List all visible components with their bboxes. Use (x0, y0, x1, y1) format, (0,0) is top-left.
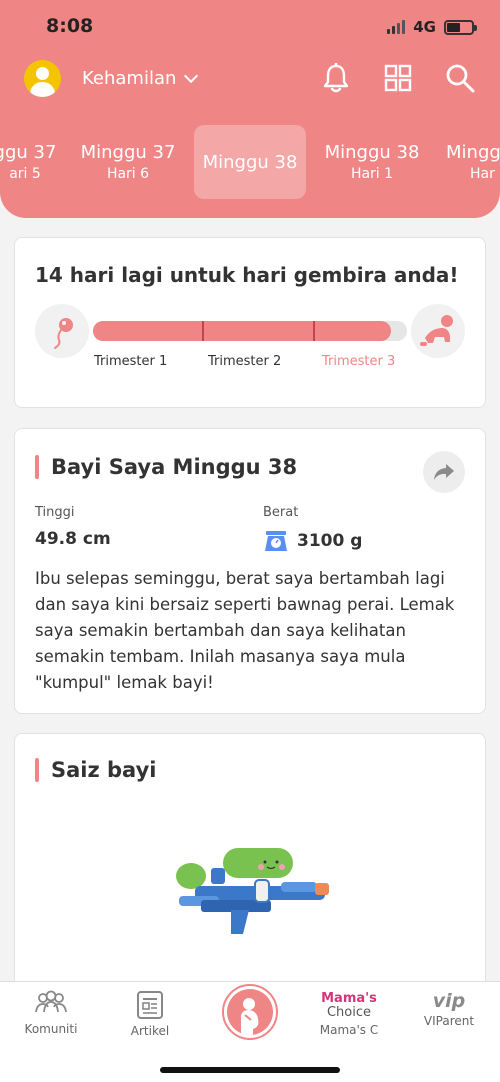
sperm-icon (35, 304, 89, 358)
trimester-divider (202, 321, 204, 341)
trimester-1-label: Trimester 1 (94, 354, 168, 369)
height-label: Tinggi (35, 505, 75, 520)
chevron-down-icon (184, 68, 199, 83)
status-icons: 4G (387, 18, 477, 36)
week-tab-37-5[interactable]: ggu 37 ari 5 (0, 125, 70, 199)
share-icon (434, 464, 454, 480)
my-baby-title: Bayi Saya Minggu 38 (51, 455, 298, 479)
status-time: 8:08 (46, 15, 94, 37)
bottom-nav: Komuniti Artikel Mama's Choice Mama's C … (0, 981, 500, 1082)
weight-label: Berat (263, 505, 299, 520)
height-value: 49.8 cm (35, 529, 111, 549)
pregnancy-title: Kehamilan (82, 68, 177, 89)
nav-viparent-label: VIParent (423, 1014, 475, 1028)
my-baby-heading: Bayi Saya Minggu 38 (35, 455, 297, 479)
article-icon (137, 991, 163, 1019)
water-gun-illustration (176, 848, 329, 934)
pregnancy-progress-bar (93, 321, 407, 341)
signal-icon (387, 20, 406, 34)
community-icon (35, 990, 67, 1013)
grid-icon[interactable] (382, 62, 414, 94)
baby-size-card: Saiz bayi (14, 733, 486, 993)
progress-fill (93, 321, 392, 341)
heading-accent (35, 455, 39, 479)
trimester-3-label: Trimester 3 (322, 354, 396, 369)
battery-icon (444, 19, 477, 35)
nav-pregnancy-home[interactable] (222, 984, 278, 1040)
mamas-choice-logo-line1: Mama's (321, 991, 377, 1006)
baby-size-title: Saiz bayi (51, 758, 157, 782)
pregnant-mother-icon (227, 989, 273, 1035)
countdown-title: 14 hari lagi untuk hari gembira anda! (35, 263, 459, 287)
avatar[interactable] (24, 60, 61, 97)
nav-mamas-label: Mama's C (319, 1023, 379, 1037)
nav-community[interactable]: Komuniti (6, 990, 96, 1036)
week-tab-38-current[interactable]: Minggu 38 (194, 125, 306, 199)
week-tab-37-6[interactable]: Minggu 37 Hari 6 (78, 125, 178, 199)
my-baby-card: Bayi Saya Minggu 38 Tinggi 49.8 cm Berat… (14, 428, 486, 714)
baby-description: Ibu selepas seminggu, berat saya bertamb… (35, 569, 455, 692)
home-indicator (160, 1067, 340, 1073)
countdown-card: 14 hari lagi untuk hari gembira anda! Tr… (14, 237, 486, 408)
trimester-divider (313, 321, 315, 341)
weight-value: 3100 g (263, 529, 362, 553)
header: 8:08 4G Kehamilan ggu 37 ari 5 Minggu 37… (0, 0, 500, 218)
week-tab-next[interactable]: Mingg Har (446, 125, 500, 199)
week-tab-38-1[interactable]: Minggu 38 Hari 1 (322, 125, 422, 199)
trimester-2-label: Trimester 2 (208, 354, 282, 369)
pregnancy-selector[interactable]: Kehamilan (82, 68, 199, 89)
baby-size-heading: Saiz bayi (35, 758, 156, 782)
scale-icon (265, 531, 287, 551)
share-button[interactable] (423, 451, 465, 493)
search-icon[interactable] (444, 62, 476, 94)
heading-accent (35, 758, 39, 782)
network-label: 4G (413, 18, 436, 36)
bell-icon[interactable] (320, 62, 352, 94)
nav-articles[interactable]: Artikel (105, 990, 195, 1038)
nav-community-label: Komuniti (24, 1022, 78, 1036)
crawling-baby-icon (411, 304, 465, 358)
nav-mamas-choice[interactable]: Mama's Choice Mama's C (304, 991, 394, 1038)
nav-viparent[interactable]: vip VIParent (404, 990, 494, 1028)
mamas-choice-logo-line2: Choice (326, 1005, 372, 1020)
nav-articles-label: Artikel (130, 1024, 170, 1038)
vip-logo: vip (432, 990, 466, 1012)
